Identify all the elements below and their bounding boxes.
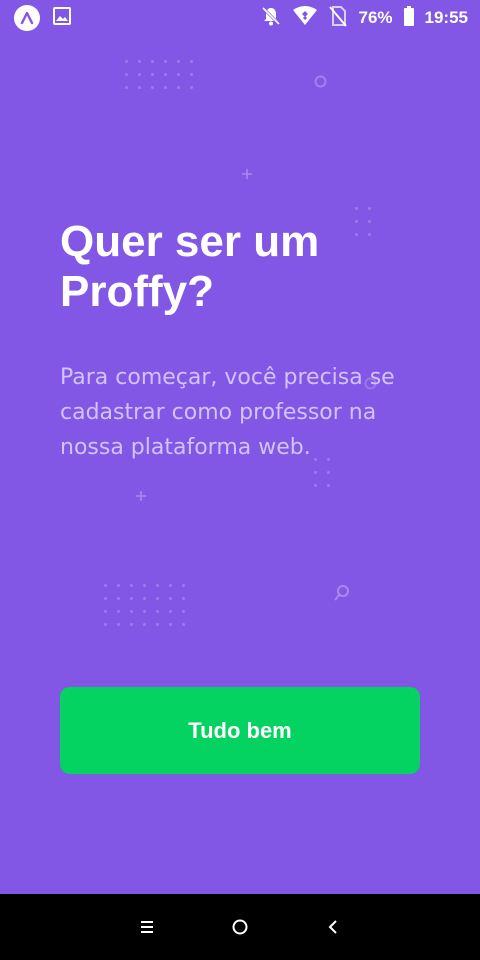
- clock: 19:55: [424, 8, 468, 27]
- back-icon[interactable]: [313, 907, 353, 947]
- status-left: [14, 5, 72, 31]
- battery-icon: [403, 5, 415, 32]
- home-icon[interactable]: [220, 907, 260, 947]
- navigation-bar: [0, 894, 480, 960]
- recent-apps-icon[interactable]: [127, 907, 167, 947]
- background-search-icon: [333, 584, 351, 607]
- notifications-off-icon: [260, 5, 282, 32]
- battery-percent: 76%: [358, 8, 393, 27]
- background-dot-grid: [125, 60, 193, 89]
- gallery-icon: [52, 6, 72, 31]
- wifi-icon: [292, 5, 318, 32]
- background-plus-icon: [135, 489, 147, 507]
- background-circle-icon: [314, 75, 327, 93]
- background-dot-grid: [104, 584, 185, 626]
- no-sim-icon: [328, 5, 348, 32]
- status-right: 76% 19:55: [260, 5, 468, 32]
- description-text: Para começar, você precisa se cadastrar …: [60, 365, 395, 460]
- app-launcher-icon: [14, 5, 40, 31]
- tudo-bem-button[interactable]: Tudo bem: [60, 687, 420, 774]
- background-plus-icon: [241, 167, 253, 185]
- status-bar: 76% 19:55: [0, 0, 480, 36]
- page-title: Quer ser um Proffy?: [60, 217, 320, 316]
